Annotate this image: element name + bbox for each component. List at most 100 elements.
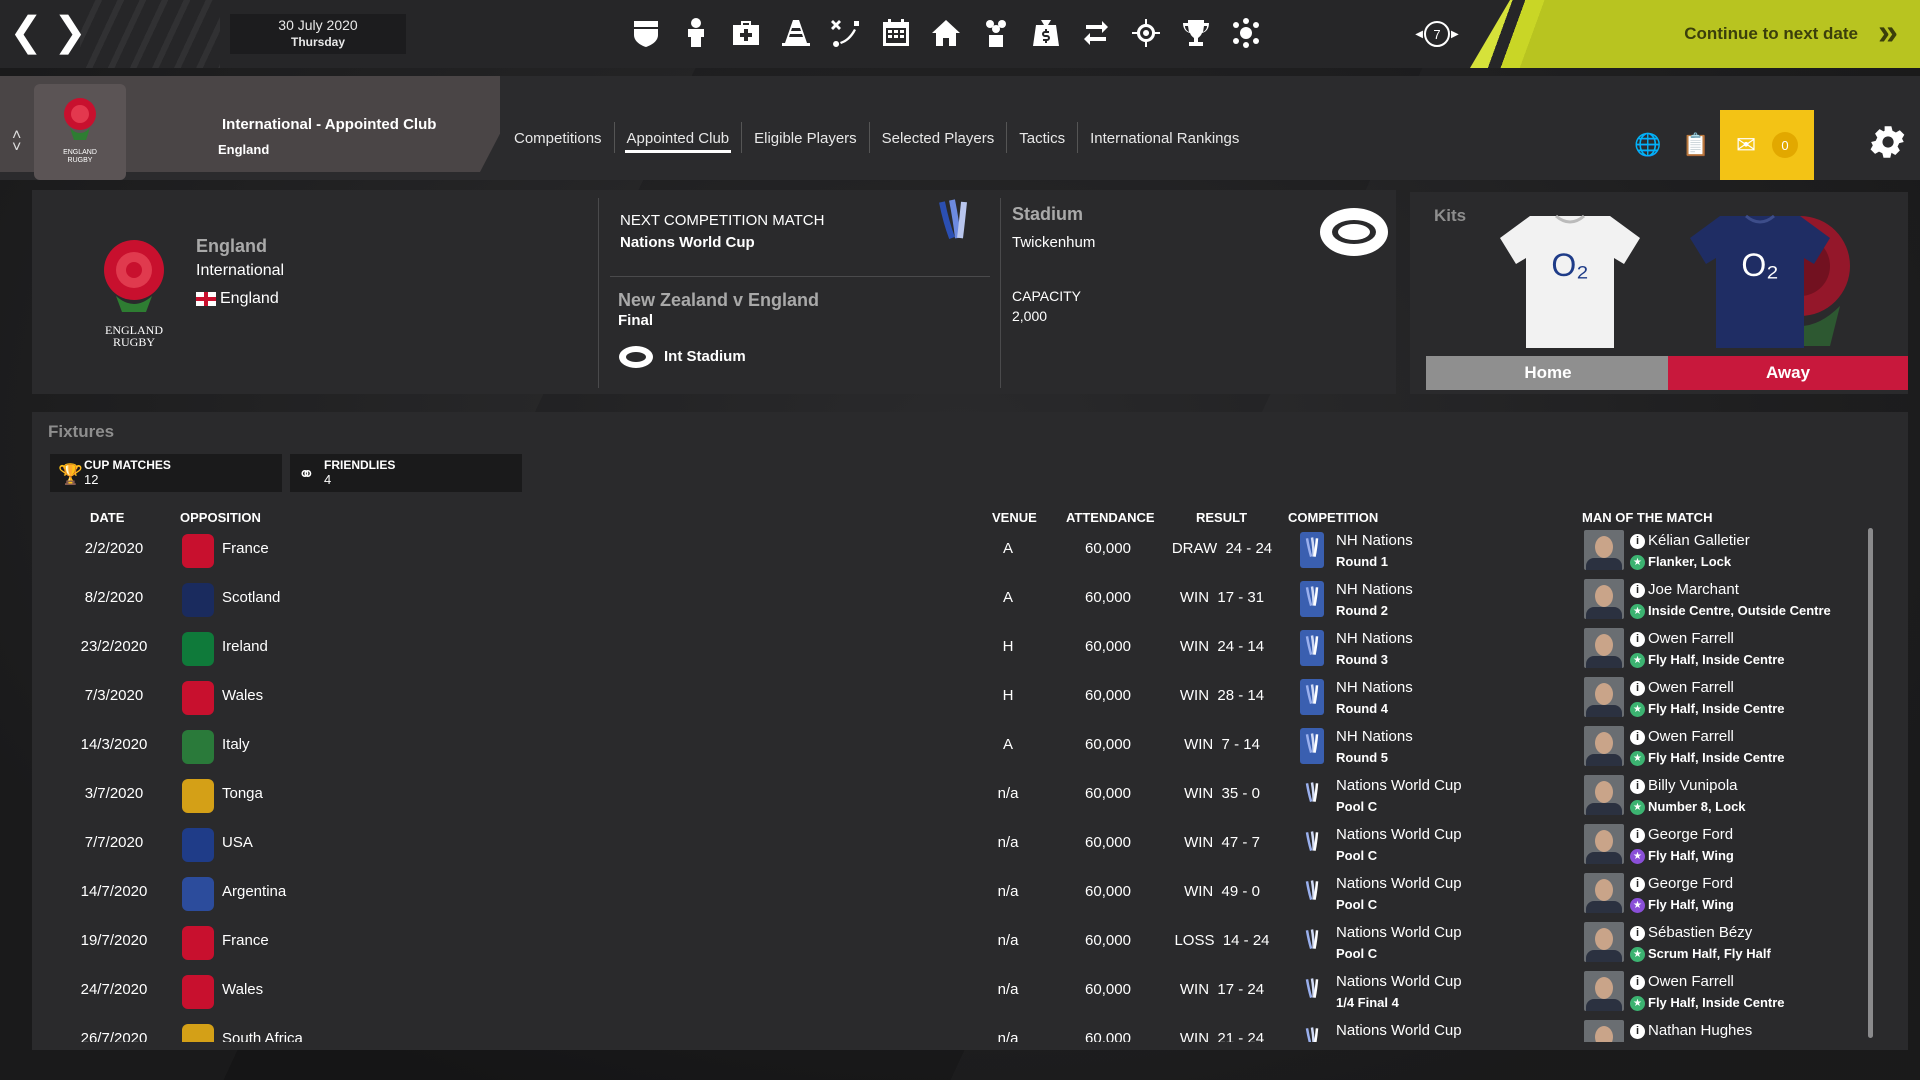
tactics-icon[interactable] xyxy=(828,14,864,52)
row-man-of-the-match[interactable]: George Ford xyxy=(1648,826,1733,843)
speed-down-icon[interactable]: ◀ xyxy=(1415,29,1423,40)
away-kit-button[interactable]: Away xyxy=(1668,356,1908,390)
friendlies-tab[interactable]: ⚭ FRIENDLIES 4 xyxy=(290,454,522,492)
scrollbar-thumb[interactable] xyxy=(1868,528,1873,1038)
table-row[interactable]: 3/7/2020 Tonga n/a 60,000 WIN 35 - 0 Nations … xyxy=(32,771,1868,820)
trophy-icon[interactable] xyxy=(1178,14,1214,52)
inbox-button[interactable]: ✉ 0 xyxy=(1720,110,1814,180)
training-cone-icon[interactable] xyxy=(778,14,814,52)
info-icon[interactable]: i xyxy=(1630,583,1645,598)
row-result[interactable]: WIN 7 - 14 xyxy=(1162,736,1282,753)
home-kit[interactable]: O₂ xyxy=(1500,212,1640,348)
transfer-icon[interactable] xyxy=(1078,14,1114,52)
row-man-of-the-match[interactable]: Owen Farrell xyxy=(1648,679,1734,696)
row-man-of-the-match[interactable]: Owen Farrell xyxy=(1648,728,1734,745)
row-competition[interactable]: Nations World Cup xyxy=(1336,777,1462,794)
table-row[interactable]: 14/7/2020 Argentina n/a 60,000 WIN 49 - 0 Nat… xyxy=(32,869,1868,918)
globe-icon[interactable]: 🌐 xyxy=(1624,121,1672,169)
away-kit[interactable]: O₂ xyxy=(1690,212,1830,348)
row-result[interactable]: WIN 21 - 24 xyxy=(1162,1030,1282,1042)
row-man-of-the-match[interactable]: Sébastien Bézy xyxy=(1648,924,1752,941)
table-row[interactable]: 7/3/2020 Wales H 60,000 WIN 28 - 14 NH Nation… xyxy=(32,673,1868,722)
row-result[interactable]: WIN 17 - 24 xyxy=(1162,981,1282,998)
table-row[interactable]: 24/7/2020 Wales n/a 60,000 WIN 17 - 24 Nation… xyxy=(32,967,1868,1016)
info-icon[interactable]: i xyxy=(1630,632,1645,647)
row-competition[interactable]: NH Nations xyxy=(1336,728,1413,745)
row-competition[interactable]: Nations World Cup xyxy=(1336,924,1462,941)
forward-arrow-icon[interactable]: ❯ xyxy=(50,12,90,56)
col-attendance[interactable]: ATTENDANCE xyxy=(1066,510,1155,525)
players-icon[interactable] xyxy=(678,14,714,52)
finance-icon[interactable] xyxy=(1028,14,1064,52)
info-icon[interactable]: i xyxy=(1630,975,1645,990)
cup-matches-tab[interactable]: 🏆 CUP MATCHES 12 xyxy=(50,454,282,492)
speed-up-icon[interactable]: ▶ xyxy=(1451,29,1459,40)
row-man-of-the-match[interactable]: Joe Marchant xyxy=(1648,581,1739,598)
tab-tactics[interactable]: Tactics xyxy=(1006,122,1077,153)
row-man-of-the-match[interactable]: Billy Vunipola xyxy=(1648,777,1738,794)
row-result[interactable]: WIN 17 - 31 xyxy=(1162,589,1282,606)
info-icon[interactable]: i xyxy=(1630,730,1645,745)
row-man-of-the-match[interactable]: Nathan Hughes xyxy=(1648,1022,1752,1039)
row-competition[interactable]: NH Nations xyxy=(1336,630,1413,647)
calendar-icon[interactable] xyxy=(878,14,914,52)
game-speed-control[interactable]: ◀ 7 ▶ xyxy=(1414,18,1460,50)
col-opposition[interactable]: OPPOSITION xyxy=(180,510,261,525)
row-opposition[interactable]: South Africa xyxy=(222,1030,303,1042)
tab-selected-players[interactable]: Selected Players xyxy=(868,122,1007,153)
shield-icon[interactable] xyxy=(628,14,664,52)
row-result[interactable]: WIN 47 - 7 xyxy=(1162,834,1282,851)
settings-group-icon[interactable] xyxy=(1228,14,1264,52)
tab-international-rankings[interactable]: International Rankings xyxy=(1077,122,1251,153)
continue-button[interactable]: Continue to next date » xyxy=(1470,0,1920,68)
col-competition[interactable]: COMPETITION xyxy=(1288,510,1378,525)
table-row[interactable]: 2/2/2020 France A 60,000 DRAW 24 - 24 NH Nati… xyxy=(32,526,1868,575)
row-result[interactable]: WIN 28 - 14 xyxy=(1162,687,1282,704)
row-competition[interactable]: NH Nations xyxy=(1336,532,1413,549)
row-competition[interactable]: Nations World Cup xyxy=(1336,973,1462,990)
row-result[interactable]: WIN 35 - 0 xyxy=(1162,785,1282,802)
info-icon[interactable]: i xyxy=(1630,534,1645,549)
tab-competitions[interactable]: Competitions xyxy=(502,122,614,153)
row-opposition[interactable]: Scotland xyxy=(222,589,280,606)
medical-icon[interactable] xyxy=(728,14,764,52)
row-opposition[interactable]: Ireland xyxy=(222,638,268,655)
home-icon[interactable] xyxy=(928,14,964,52)
row-result[interactable]: LOSS 14 - 24 xyxy=(1162,932,1282,949)
row-opposition[interactable]: Tonga xyxy=(222,785,263,802)
col-man-of-the-match[interactable]: MAN OF THE MATCH xyxy=(1582,510,1712,525)
col-date[interactable]: DATE xyxy=(90,510,124,525)
info-icon[interactable]: i xyxy=(1630,681,1645,696)
row-opposition[interactable]: France xyxy=(222,540,269,557)
up-down-chevron-icon[interactable]: ˄ ˅ xyxy=(12,128,21,156)
table-row[interactable]: 23/2/2020 Ireland H 60,000 WIN 24 - 14 NH Nat… xyxy=(32,624,1868,673)
row-result[interactable]: DRAW 24 - 24 xyxy=(1162,540,1282,557)
tab-eligible-players[interactable]: Eligible Players xyxy=(741,122,869,153)
col-venue[interactable]: VENUE xyxy=(992,510,1037,525)
info-icon[interactable]: i xyxy=(1630,926,1645,941)
scouting-icon[interactable] xyxy=(1128,14,1164,52)
gear-icon[interactable] xyxy=(1870,124,1910,164)
info-icon[interactable]: i xyxy=(1630,877,1645,892)
info-icon[interactable]: i xyxy=(1630,828,1645,843)
row-man-of-the-match[interactable]: Owen Farrell xyxy=(1648,630,1734,647)
info-icon[interactable]: i xyxy=(1630,1024,1645,1039)
fixtures-scrollbar[interactable] xyxy=(1868,528,1873,1038)
row-result[interactable]: WIN 49 - 0 xyxy=(1162,883,1282,900)
row-opposition[interactable]: Wales xyxy=(222,687,263,704)
row-opposition[interactable]: Argentina xyxy=(222,883,286,900)
row-opposition[interactable]: Wales xyxy=(222,981,263,998)
back-arrow-icon[interactable]: ❮ xyxy=(6,12,46,56)
table-row[interactable]: 14/3/2020 Italy A 60,000 WIN 7 - 14 NH Nation… xyxy=(32,722,1868,771)
row-man-of-the-match[interactable]: George Ford xyxy=(1648,875,1733,892)
row-competition[interactable]: NH Nations xyxy=(1336,679,1413,696)
table-row[interactable]: 26/7/2020 South Africa n/a 60,000 WIN 21 - 2… xyxy=(32,1016,1868,1042)
row-competition[interactable]: NH Nations xyxy=(1336,581,1413,598)
home-kit-button[interactable]: Home xyxy=(1426,356,1670,390)
row-competition[interactable]: Nations World Cup xyxy=(1336,875,1462,892)
row-competition[interactable]: Nations World Cup xyxy=(1336,1022,1462,1039)
row-competition[interactable]: Nations World Cup xyxy=(1336,826,1462,843)
table-row[interactable]: 7/7/2020 USA n/a 60,000 WIN 47 - 7 Nations Wo… xyxy=(32,820,1868,869)
row-opposition[interactable]: Italy xyxy=(222,736,250,753)
tab-appointed-club[interactable]: Appointed Club xyxy=(613,122,742,153)
